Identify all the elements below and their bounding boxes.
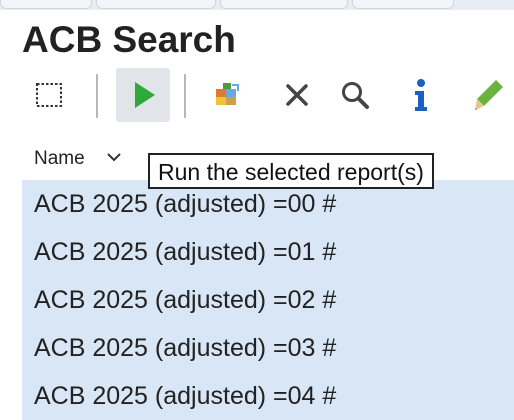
select-rectangle-button[interactable]	[22, 68, 76, 122]
run-tooltip: Run the selected report(s)	[148, 153, 434, 189]
column-header-label: Name	[34, 148, 85, 169]
info-button[interactable]	[394, 68, 448, 122]
edit-button[interactable]	[460, 68, 514, 122]
select-rectangle-icon	[36, 83, 62, 107]
chevron-down-icon[interactable]	[106, 150, 122, 164]
run-button[interactable]	[116, 68, 170, 122]
delete-button[interactable]	[270, 68, 324, 122]
tab[interactable]	[96, 0, 216, 9]
toolbar	[0, 62, 514, 132]
list-item[interactable]: ACB 2025 (adjusted) =02 #	[22, 276, 514, 324]
list-item-label: ACB 2025 (adjusted) =02 #	[34, 286, 337, 314]
toolbar-separator	[184, 74, 186, 118]
tab[interactable]	[352, 0, 454, 9]
list-item[interactable]: ACB 2025 (adjusted) =03 #	[22, 324, 514, 372]
pencil-icon	[475, 80, 503, 110]
list-item-label: ACB 2025 (adjusted) =03 #	[34, 334, 337, 362]
search-icon	[342, 82, 369, 109]
info-icon	[415, 79, 427, 111]
toolbar-separator	[96, 74, 98, 118]
top-tab-strip	[0, 0, 514, 10]
list-item[interactable]: ACB 2025 (adjusted) =04 #	[22, 372, 514, 420]
tab[interactable]	[0, 0, 92, 9]
close-icon	[286, 84, 308, 106]
list-item-label: ACB 2025 (adjusted) =01 #	[34, 238, 337, 266]
list-item-label: ACB 2025 (adjusted) =00 #	[34, 190, 337, 218]
list-item[interactable]: ACB 2025 (adjusted) =01 #	[22, 228, 514, 276]
report-tiles-button[interactable]	[200, 68, 254, 122]
report-tiles-icon	[216, 83, 239, 105]
search-button[interactable]	[328, 68, 382, 122]
run-icon	[135, 82, 155, 108]
list-item-label: ACB 2025 (adjusted) =04 #	[34, 382, 337, 410]
panel-title: ACB Search	[22, 19, 236, 60]
tab[interactable]	[220, 0, 348, 9]
